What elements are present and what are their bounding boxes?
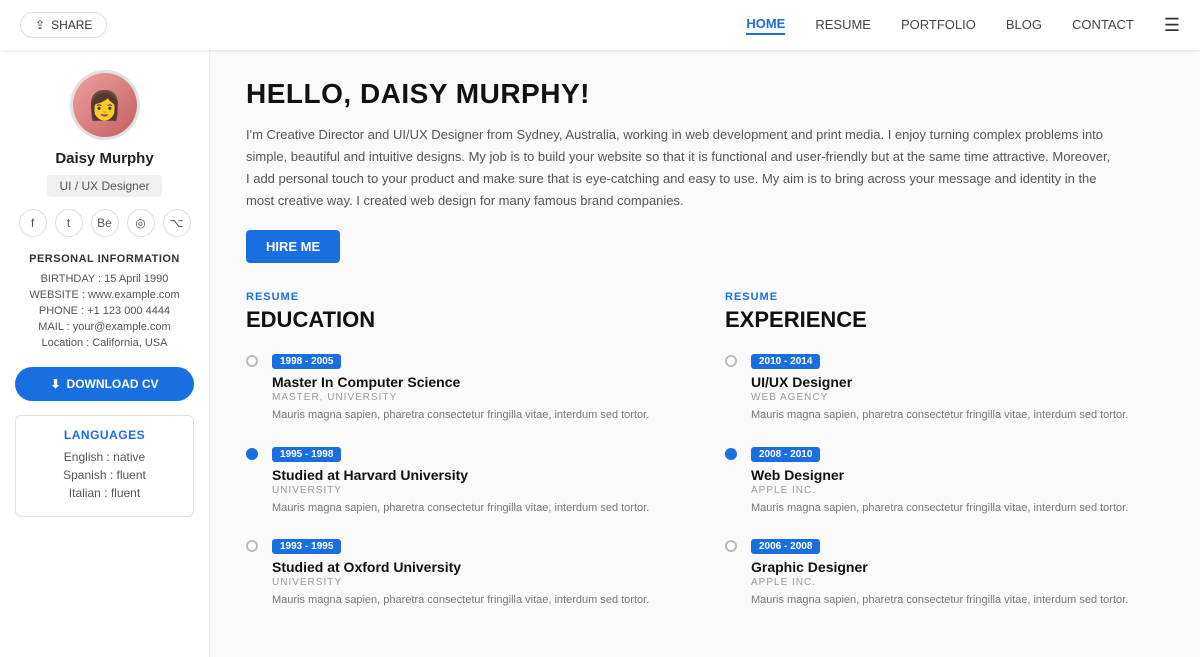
social-icons: f t Be ◎ ⌥ bbox=[19, 209, 191, 237]
download-cv-button[interactable]: ⬇ DOWNLOAD CV bbox=[15, 367, 194, 401]
edu-desc-3: Mauris magna sapien, pharetra consectetu… bbox=[272, 592, 685, 609]
edu-desc-2: Mauris magna sapien, pharetra consectetu… bbox=[272, 500, 685, 517]
sidebar: 👩 Daisy Murphy UI / UX Designer f t Be ◎… bbox=[0, 50, 210, 657]
page-layout: 👩 Daisy Murphy UI / UX Designer f t Be ◎… bbox=[0, 50, 1200, 657]
timeline-dot-3 bbox=[246, 540, 258, 552]
avatar: 👩 bbox=[70, 70, 140, 140]
share-button[interactable]: ⇪ SHARE bbox=[20, 12, 107, 38]
exp-sub-1: Web Agency bbox=[751, 392, 1164, 403]
lang-italian: Italian : fluent bbox=[28, 486, 181, 500]
edu-title-2: Studied at Harvard University bbox=[272, 467, 685, 483]
exp-title-3: Graphic Designer bbox=[751, 559, 1164, 575]
edu-period-3: 1993 - 1995 bbox=[272, 539, 341, 554]
exp-sub-2: Apple Inc. bbox=[751, 485, 1164, 496]
behance-icon[interactable]: Be bbox=[91, 209, 119, 237]
location: Location : California, USA bbox=[15, 337, 194, 349]
education-column: RESUME EDUCATION 1998 - 2005 Master In C… bbox=[246, 291, 685, 629]
role-badge: UI / UX Designer bbox=[47, 175, 161, 197]
timeline-content-3: 1993 - 1995 Studied at Oxford University… bbox=[272, 536, 685, 609]
edu-period-2: 1995 - 1998 bbox=[272, 447, 341, 462]
download-label: DOWNLOAD CV bbox=[67, 377, 159, 391]
share-icon: ⇪ bbox=[35, 18, 45, 32]
mail: MAIL : your@example.com bbox=[15, 321, 194, 333]
languages-section: LANGUAGES English : native Spanish : flu… bbox=[15, 415, 194, 517]
facebook-icon[interactable]: f bbox=[19, 209, 47, 237]
lang-spanish: Spanish : fluent bbox=[28, 468, 181, 482]
avatar-image: 👩 bbox=[73, 73, 137, 137]
nav-link-blog[interactable]: BLOG bbox=[1006, 17, 1042, 34]
nav-link-portfolio[interactable]: PORTFOLIO bbox=[901, 17, 976, 34]
exp-dot-3 bbox=[725, 540, 737, 552]
intro-text: I'm Creative Director and UI/UX Designer… bbox=[246, 124, 1116, 212]
hamburger-icon[interactable]: ☰ bbox=[1164, 15, 1180, 36]
phone: PHONE : +1 123 000 4444 bbox=[15, 305, 194, 317]
exp-title-1: UI/UX Designer bbox=[751, 374, 1164, 390]
experience-item-2: 2008 - 2010 Web Designer Apple Inc. Maur… bbox=[725, 444, 1164, 517]
share-label: SHARE bbox=[51, 18, 92, 32]
edu-period-1: 1998 - 2005 bbox=[272, 354, 341, 369]
edu-sub-3: UNIVERSITY bbox=[272, 577, 685, 588]
hire-me-button[interactable]: HIRE ME bbox=[246, 230, 340, 263]
dribbble-icon[interactable]: ◎ bbox=[127, 209, 155, 237]
timeline-dot-1 bbox=[246, 355, 258, 367]
education-label: RESUME bbox=[246, 291, 685, 303]
exp-period-3: 2006 - 2008 bbox=[751, 539, 820, 554]
birthday: BIRTHDAY : 15 April 1990 bbox=[15, 273, 194, 285]
edu-desc-1: Mauris magna sapien, pharetra consectetu… bbox=[272, 407, 685, 424]
timeline-content-2: 1995 - 1998 Studied at Harvard Universit… bbox=[272, 444, 685, 517]
personal-info-title: PERSONAL INFORMATION bbox=[15, 253, 194, 265]
exp-sub-3: Apple Inc. bbox=[751, 577, 1164, 588]
lang-english: English : native bbox=[28, 450, 181, 464]
timeline-content-1: 1998 - 2005 Master In Computer Science M… bbox=[272, 351, 685, 424]
download-icon: ⬇ bbox=[50, 377, 60, 391]
exp-period-1: 2010 - 2014 bbox=[751, 354, 820, 369]
exp-dot-2 bbox=[725, 448, 737, 460]
exp-title-2: Web Designer bbox=[751, 467, 1164, 483]
education-item-3: 1993 - 1995 Studied at Oxford University… bbox=[246, 536, 685, 609]
edu-sub-2: UNIVERSITY bbox=[272, 485, 685, 496]
edu-sub-1: MASTER, UNIVERSITY bbox=[272, 392, 685, 403]
twitter-icon[interactable]: t bbox=[55, 209, 83, 237]
nav-links: HOME RESUME PORTFOLIO BLOG CONTACT ☰ bbox=[746, 15, 1180, 36]
experience-item-3: 2006 - 2008 Graphic Designer Apple Inc. … bbox=[725, 536, 1164, 609]
nav-link-resume[interactable]: RESUME bbox=[815, 17, 871, 34]
education-item-2: 1995 - 1998 Studied at Harvard Universit… bbox=[246, 444, 685, 517]
exp-desc-3: Mauris magna sapien, pharetra consectetu… bbox=[751, 592, 1164, 609]
exp-desc-2: Mauris magna sapien, pharetra consectetu… bbox=[751, 500, 1164, 517]
website: WEBSITE : www.example.com bbox=[15, 289, 194, 301]
exp-content-3: 2006 - 2008 Graphic Designer Apple Inc. … bbox=[751, 536, 1164, 609]
main-content: HELLO, DAISY MURPHY! I'm Creative Direct… bbox=[210, 50, 1200, 657]
edu-title-3: Studied at Oxford University bbox=[272, 559, 685, 575]
exp-dot-1 bbox=[725, 355, 737, 367]
exp-desc-1: Mauris magna sapien, pharetra consectetu… bbox=[751, 407, 1164, 424]
exp-period-2: 2008 - 2010 bbox=[751, 447, 820, 462]
exp-content-2: 2008 - 2010 Web Designer Apple Inc. Maur… bbox=[751, 444, 1164, 517]
education-item-1: 1998 - 2005 Master In Computer Science M… bbox=[246, 351, 685, 424]
experience-title: EXPERIENCE bbox=[725, 307, 1164, 333]
person-name: Daisy Murphy bbox=[55, 150, 153, 167]
top-navigation: ⇪ SHARE HOME RESUME PORTFOLIO BLOG CONTA… bbox=[0, 0, 1200, 50]
resume-columns: RESUME EDUCATION 1998 - 2005 Master In C… bbox=[246, 291, 1164, 629]
github-icon[interactable]: ⌥ bbox=[163, 209, 191, 237]
timeline-dot-2 bbox=[246, 448, 258, 460]
experience-label: RESUME bbox=[725, 291, 1164, 303]
personal-info-section: PERSONAL INFORMATION BIRTHDAY : 15 April… bbox=[15, 253, 194, 353]
page-title: HELLO, DAISY MURPHY! bbox=[246, 78, 1164, 110]
education-title: EDUCATION bbox=[246, 307, 685, 333]
experience-column: RESUME EXPERIENCE 2010 - 2014 UI/UX Desi… bbox=[725, 291, 1164, 629]
nav-link-home[interactable]: HOME bbox=[746, 16, 785, 35]
languages-title: LANGUAGES bbox=[28, 428, 181, 442]
experience-item-1: 2010 - 2014 UI/UX Designer Web Agency Ma… bbox=[725, 351, 1164, 424]
edu-title-1: Master In Computer Science bbox=[272, 374, 685, 390]
exp-content-1: 2010 - 2014 UI/UX Designer Web Agency Ma… bbox=[751, 351, 1164, 424]
nav-link-contact[interactable]: CONTACT bbox=[1072, 17, 1134, 34]
